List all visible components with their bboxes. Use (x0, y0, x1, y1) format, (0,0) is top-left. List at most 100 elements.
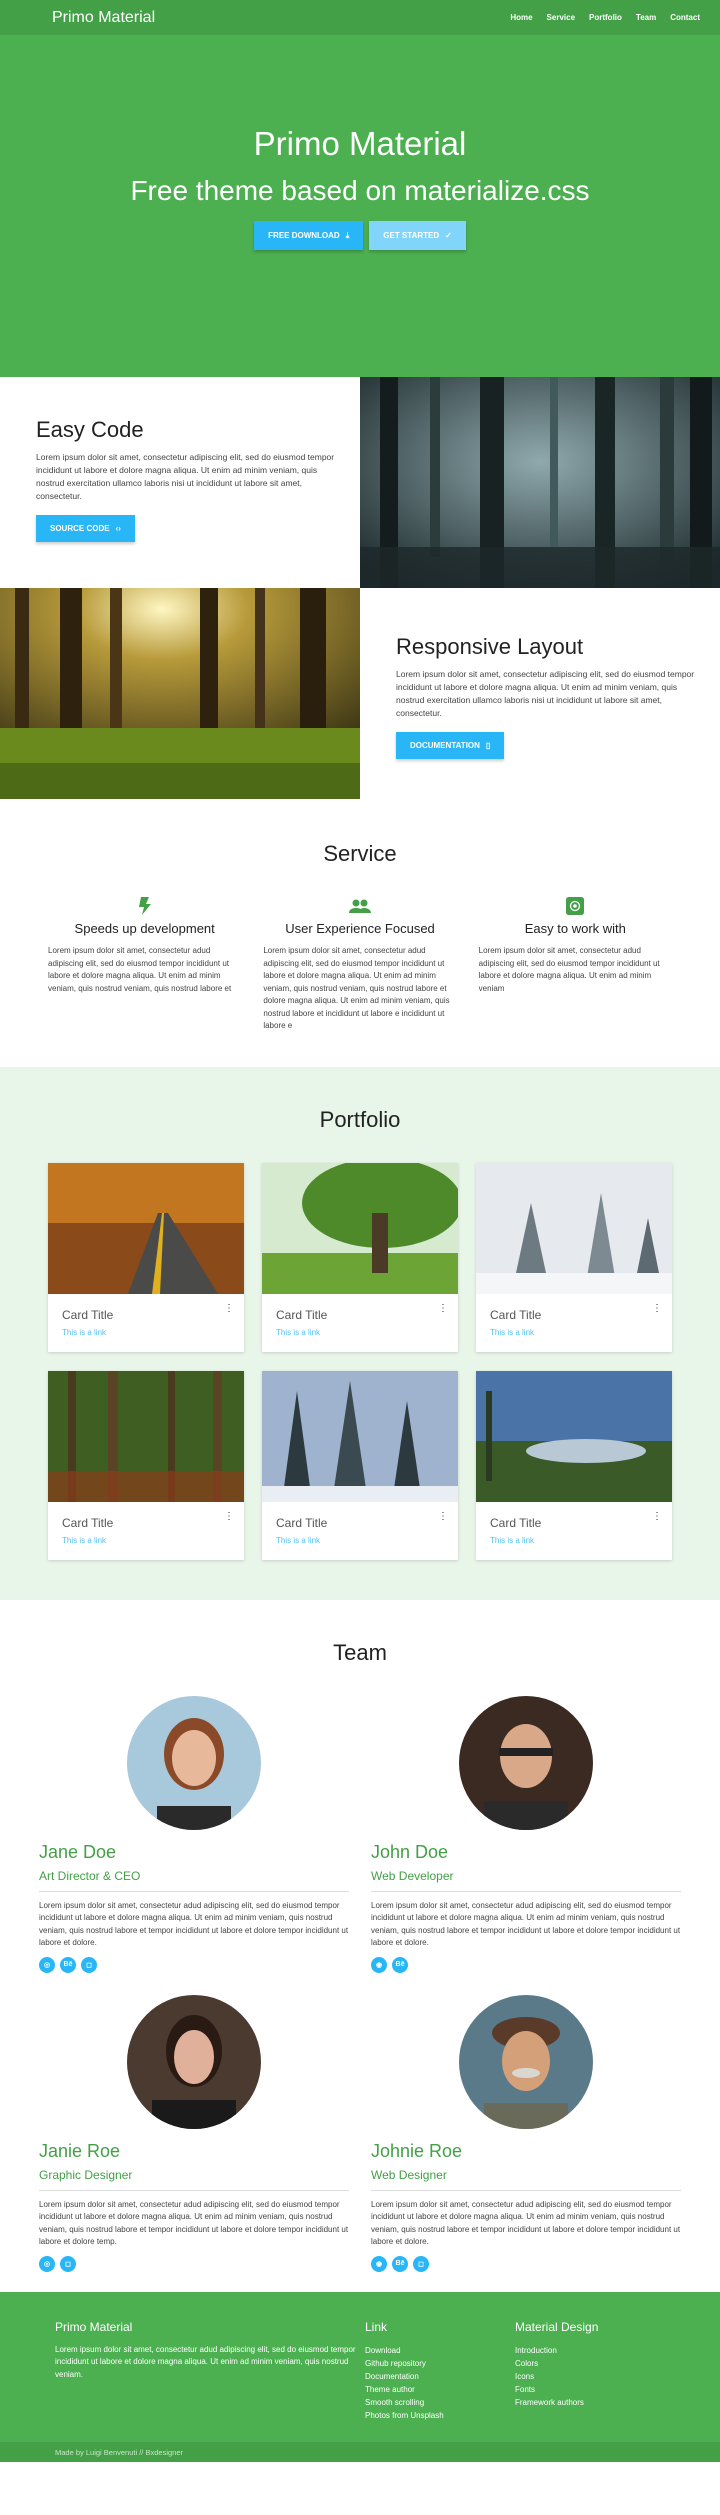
portfolio-card[interactable]: Card Title This is a link ⋮ (262, 1370, 458, 1560)
member-role: Graphic Designer (39, 2168, 349, 2191)
dribbble-icon[interactable]: ◎ (39, 2255, 55, 2272)
hero-title: Primo Material (253, 125, 467, 162)
footer-link-title: Link (365, 2319, 388, 2334)
behance-icon[interactable]: Bē (60, 1956, 76, 1973)
portfolio-card[interactable]: Card Title This is a link ⋮ (48, 1162, 244, 1352)
instagram-icon[interactable]: ◻ (413, 2255, 429, 2272)
member-role: Art Director & CEO (39, 1869, 349, 1892)
responsive-title: Responsive Layout (396, 634, 584, 659)
nav-menu: Home Service Portfolio Team Contact (510, 13, 700, 22)
github-icon[interactable]: ◉ (371, 1956, 387, 1973)
nav-portfolio[interactable]: Portfolio (589, 13, 622, 22)
footer-md-link[interactable]: Icons (515, 2370, 665, 2383)
responsive-desc: Lorem ipsum dolor sit amet, consectetur … (396, 669, 695, 718)
get-started-button[interactable]: GET STARTED ✓ (369, 221, 466, 250)
more-vert-icon[interactable]: ⋮ (652, 1303, 662, 1314)
card-link[interactable]: This is a link (490, 1328, 658, 1337)
nav-contact[interactable]: Contact (670, 13, 700, 22)
team-section: Team Jane Doe Art Director & CEO Lorem i… (0, 1600, 720, 2292)
card-title: Card Title (276, 1515, 328, 1530)
footer-md-link[interactable]: Introduction (515, 2344, 665, 2357)
easy-code-text: Easy Code Lorem ipsum dolor sit amet, co… (0, 377, 360, 588)
service-title: Service (323, 841, 397, 866)
service-item-title: Easy to work with (524, 921, 626, 936)
card-title: Card Title (62, 1515, 114, 1530)
behance-icon[interactable]: Bē (392, 1956, 408, 1973)
team-member: Johnie Roe Web Designer Lorem ipsum dolo… (371, 1994, 681, 2272)
check-icon: ✓ (445, 231, 452, 240)
dribbble-icon[interactable]: ◎ (39, 1956, 55, 1973)
dark-forest-image (360, 377, 720, 588)
service-item: User Experience Focused Lorem ipsum dolo… (263, 897, 456, 1033)
free-download-button[interactable]: FREE DOWNLOAD ⤓ (254, 221, 364, 250)
member-bio: Lorem ipsum dolor sit amet, consectetur … (39, 1900, 349, 1948)
footer-md-title: Material Design (515, 2319, 599, 2334)
more-vert-icon[interactable]: ⋮ (438, 1511, 448, 1522)
footer-link[interactable]: Photos from Unsplash (365, 2409, 515, 2422)
portfolio-title: Portfolio (319, 1106, 401, 1132)
service-item-text: Lorem ipsum dolor sit amet, consectetur … (263, 946, 450, 1030)
github-icon[interactable]: ◉ (371, 2255, 387, 2272)
card-title: Card Title (276, 1307, 328, 1322)
flash-icon (48, 897, 241, 915)
card-link[interactable]: This is a link (276, 1328, 444, 1337)
footer-about-text: Lorem ipsum dolor sit amet, consectetur … (55, 2344, 356, 2379)
card-link[interactable]: This is a link (276, 1536, 444, 1545)
avatar (459, 1695, 593, 1830)
member-bio: Lorem ipsum dolor sit amet, consectetur … (39, 2199, 349, 2247)
behance-icon[interactable]: Bē (392, 2255, 408, 2272)
footer-link[interactable]: Download (365, 2344, 515, 2357)
nav-team[interactable]: Team (636, 13, 656, 22)
document-icon: ▯ (485, 741, 491, 750)
download-icon: ⤓ (345, 230, 350, 240)
portfolio-section: Portfolio Card Title This is a link ⋮ Card… (0, 1066, 720, 1600)
portfolio-card[interactable]: Card Title This is a link ⋮ (262, 1162, 458, 1352)
service-item-text: Lorem ipsum dolor sit amet, consectetur … (48, 946, 232, 993)
more-vert-icon[interactable]: ⋮ (652, 1511, 662, 1522)
portfolio-card[interactable]: Card Title This is a link ⋮ (476, 1370, 672, 1560)
documentation-button[interactable]: DOCUMENTATION ▯ (396, 732, 505, 759)
team-member: Janie Roe Graphic Designer Lorem ipsum d… (39, 1994, 349, 2272)
service-item: Easy to work with Lorem ipsum dolor sit … (479, 897, 672, 1033)
get-started-label: GET STARTED (383, 231, 440, 240)
group-icon (263, 897, 456, 915)
service-item-text: Lorem ipsum dolor sit amet, consectetur … (478, 946, 660, 993)
responsive-section: Responsive Layout Lorem ipsum dolor sit … (0, 588, 720, 799)
member-role: Web Developer (371, 1869, 681, 1892)
avatar (459, 1994, 593, 2129)
source-code-label: SOURCE CODE (50, 524, 110, 533)
portfolio-card[interactable]: Card Title This is a link ⋮ (48, 1370, 244, 1560)
oak-tree-image (262, 1162, 458, 1294)
footer-md-link[interactable]: Colors (515, 2357, 665, 2370)
card-link[interactable]: This is a link (490, 1536, 658, 1545)
more-vert-icon[interactable]: ⋮ (224, 1511, 234, 1522)
more-vert-icon[interactable]: ⋮ (224, 1303, 234, 1314)
sunny-forest-image (0, 588, 360, 799)
footer-link[interactable]: Smooth scrolling (365, 2396, 515, 2409)
footer-link[interactable]: Github repository (365, 2357, 515, 2370)
footer-link[interactable]: Documentation (365, 2370, 515, 2383)
instagram-icon[interactable]: ◻ (81, 1956, 97, 1973)
card-link[interactable]: This is a link (62, 1328, 230, 1337)
navbar: Primo Material Home Service Portfolio Te… (0, 0, 720, 35)
footer-md-link[interactable]: Fonts (515, 2383, 665, 2396)
avatar (127, 1695, 261, 1830)
code-icon: ‹› (115, 524, 121, 533)
footer-md-link[interactable]: Framework authors (515, 2396, 665, 2409)
service-section: Service Speeds up development Lorem ipsu… (0, 799, 720, 1067)
hero-subtitle: Free theme based on materialize.css (130, 175, 590, 206)
team-member: John Doe Web Developer Lorem ipsum dolor… (371, 1695, 681, 1973)
footer-link[interactable]: Theme author (365, 2383, 515, 2396)
source-code-button[interactable]: SOURCE CODE ‹› (36, 515, 135, 542)
easy-code-section: Easy Code Lorem ipsum dolor sit amet, co… (0, 377, 720, 588)
member-name: Jane Doe (39, 1841, 117, 1862)
instagram-icon[interactable]: ◻ (60, 2255, 76, 2272)
card-link[interactable]: This is a link (62, 1536, 230, 1545)
portfolio-card[interactable]: Card Title This is a link ⋮ (476, 1162, 672, 1352)
more-vert-icon[interactable]: ⋮ (438, 1303, 448, 1314)
brand-logo[interactable]: Primo Material (52, 9, 155, 27)
hero: Primo Material Free theme based on mater… (0, 35, 720, 377)
nav-home[interactable]: Home (510, 13, 532, 22)
member-role: Web Designer (371, 2168, 681, 2191)
nav-service[interactable]: Service (547, 13, 575, 22)
